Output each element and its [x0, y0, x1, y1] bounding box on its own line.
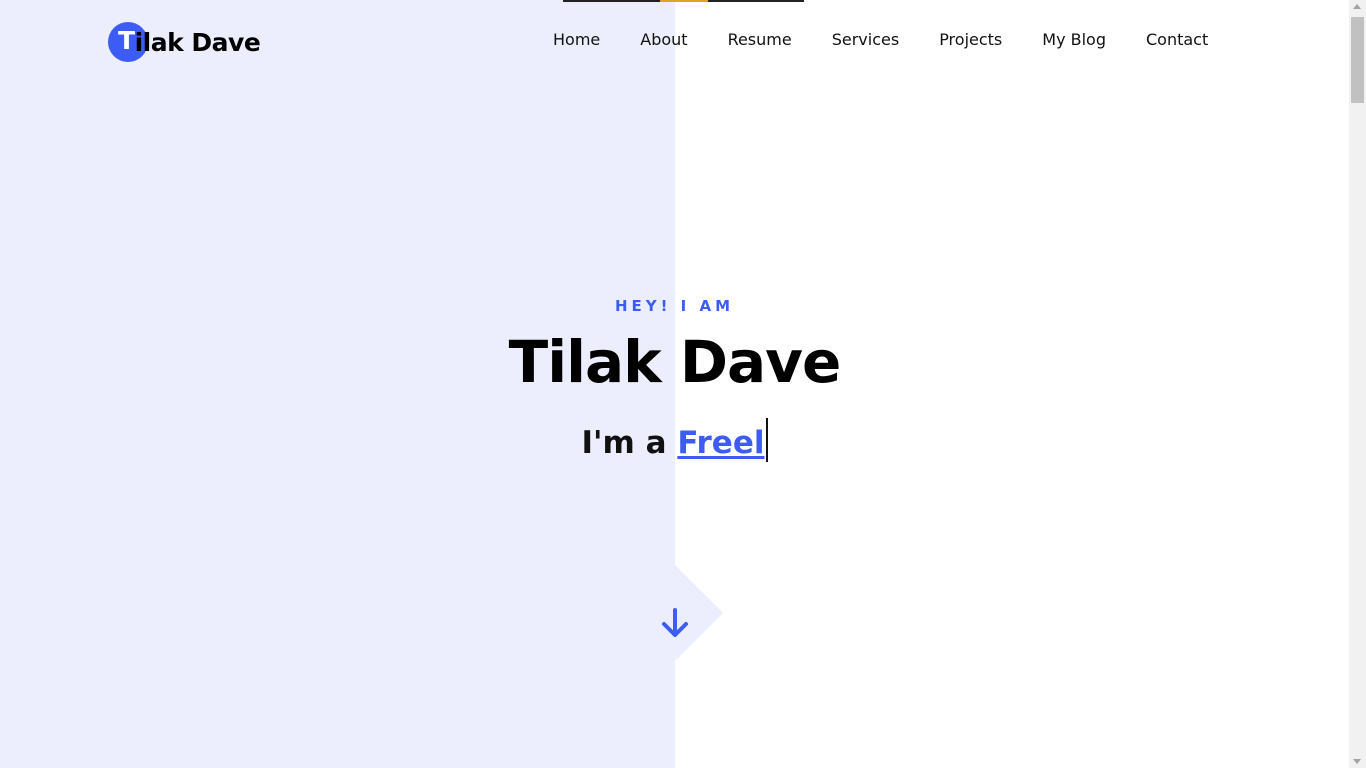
page-scrollbar[interactable] — [1349, 0, 1366, 768]
hero-role-typed: Freel — [677, 425, 765, 461]
typing-cursor — [765, 418, 768, 462]
nav-contact[interactable]: Contact — [1146, 30, 1208, 49]
hero-role-prefix: I'm a — [581, 425, 678, 461]
arrow-down-icon[interactable] — [660, 607, 690, 639]
nav-resume[interactable]: Resume — [728, 30, 792, 49]
nav-services[interactable]: Services — [832, 30, 899, 49]
hero-kicker: HEY! I AM — [614, 297, 735, 315]
hero-name: Tilak Dave — [508, 328, 842, 396]
scroll-thumb[interactable] — [1351, 17, 1364, 103]
logo-text: ilak Dave — [134, 27, 261, 57]
scroll-down-icon[interactable] — [1353, 759, 1361, 764]
nav-home[interactable]: Home — [553, 30, 600, 49]
nav-my-blog[interactable]: My Blog — [1042, 30, 1106, 49]
nav-projects[interactable]: Projects — [939, 30, 1002, 49]
site-logo[interactable]: T Tilak Dave — [108, 22, 261, 62]
main-nav: Home About Resume Services Projects My B… — [553, 30, 1248, 49]
hero-role: I'm a Freel — [0, 418, 1349, 462]
top-progress-accent — [660, 0, 708, 2]
nav-about[interactable]: About — [640, 30, 687, 49]
scroll-up-icon[interactable] — [1353, 4, 1361, 9]
